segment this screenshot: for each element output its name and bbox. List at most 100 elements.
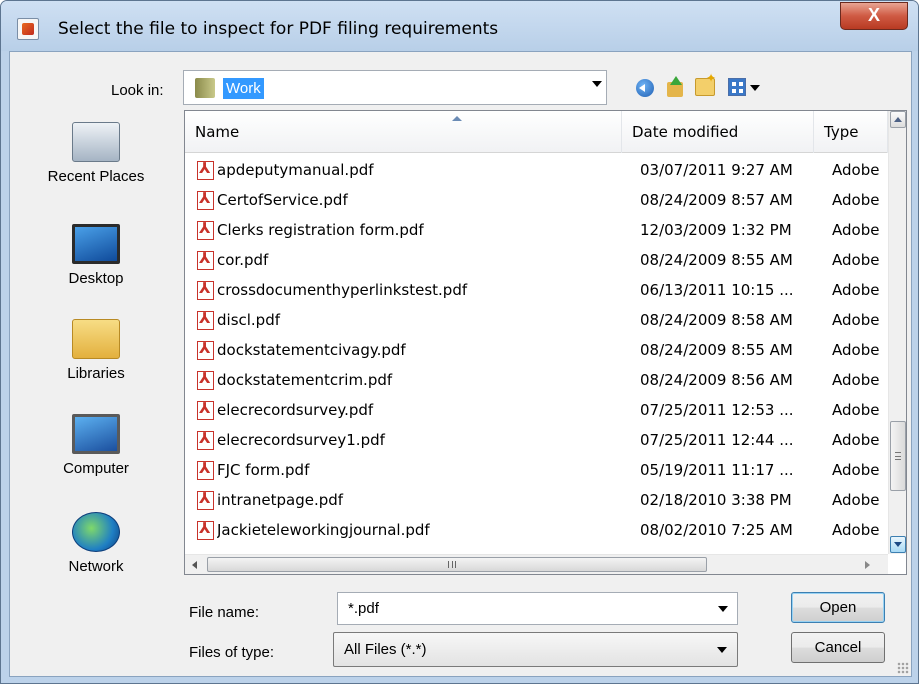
file-name-cell: cor.pdf xyxy=(217,251,269,269)
place-label: Network xyxy=(68,558,124,575)
table-row[interactable]: cor.pdf 08/24/2009 8:55 AM Adobe xyxy=(185,245,888,275)
file-name-label: File name: xyxy=(189,604,260,621)
new-folder-icon[interactable] xyxy=(695,71,716,96)
date-modified-cell: 08/24/2009 8:55 AM xyxy=(640,341,793,359)
file-name-field[interactable]: *.pdf xyxy=(337,592,738,625)
date-modified-cell: 07/25/2011 12:53 ... xyxy=(640,401,794,419)
scroll-up-icon[interactable] xyxy=(890,111,906,128)
table-row[interactable]: elecrecordsurvey.pdf 07/25/2011 12:53 ...… xyxy=(185,395,888,425)
file-name-cell: dockstatementcivagy.pdf xyxy=(217,341,406,359)
grip-icon xyxy=(448,561,456,568)
close-icon: X xyxy=(867,5,880,25)
type-cell: Adobe xyxy=(832,521,880,539)
date-modified-cell: 08/24/2009 8:57 AM xyxy=(640,191,793,209)
view-menu-chevron-icon[interactable] xyxy=(750,85,760,91)
pdf-file-icon xyxy=(197,249,214,270)
vertical-scrollbar[interactable] xyxy=(888,111,906,554)
files-of-type-dropdown[interactable]: All Files (*.*) xyxy=(333,632,738,667)
place-libraries[interactable]: Libraries xyxy=(26,309,166,399)
type-cell: Adobe xyxy=(832,491,880,509)
table-row[interactable]: FJC form.pdf 05/19/2011 11:17 ... Adobe xyxy=(185,455,888,485)
window-title: Select the file to inspect for PDF filin… xyxy=(58,19,499,39)
table-row[interactable]: crossdocumenthyperlinkstest.pdf 06/13/201… xyxy=(185,275,888,305)
date-modified-cell: 08/02/2010 7:25 AM xyxy=(640,521,793,539)
vertical-scroll-thumb[interactable] xyxy=(890,421,906,491)
look-in-label: Look in: xyxy=(111,82,164,99)
type-cell: Adobe xyxy=(832,461,880,479)
table-row[interactable]: CertofService.pdf 08/24/2009 8:57 AM Adobe xyxy=(185,185,888,215)
type-cell: Adobe xyxy=(832,341,880,359)
file-rows: apdeputymanual.pdf 03/07/2011 9:27 AM Adob… xyxy=(185,155,888,545)
file-name-cell: elecrecordsurvey.pdf xyxy=(217,401,374,419)
type-cell: Adobe xyxy=(832,161,880,179)
scroll-down-icon[interactable] xyxy=(890,536,906,553)
pdf-file-icon xyxy=(197,309,214,330)
files-of-type-label: Files of type: xyxy=(189,644,275,661)
column-header-name[interactable]: Name xyxy=(185,111,622,153)
chevron-down-icon[interactable] xyxy=(717,647,727,653)
place-label: Recent Places xyxy=(47,168,145,185)
table-row[interactable]: dockstatementcivagy.pdf 08/24/2009 8:55 A… xyxy=(185,335,888,365)
table-row[interactable]: apdeputymanual.pdf 03/07/2011 9:27 AM Adob… xyxy=(185,155,888,185)
dialog-body: Look in: Work Recent Places Desktop Libr… xyxy=(9,51,912,677)
date-modified-cell: 07/25/2011 12:44 ... xyxy=(640,431,794,449)
file-name-cell: apdeputymanual.pdf xyxy=(217,161,374,179)
horizontal-scrollbar[interactable] xyxy=(185,554,888,574)
place-label: Computer xyxy=(63,460,129,477)
look-in-dropdown[interactable]: Work xyxy=(183,70,607,105)
date-modified-cell: 08/24/2009 8:56 AM xyxy=(640,371,793,389)
column-header-date[interactable]: Date modified xyxy=(622,111,814,153)
recent-places-icon xyxy=(72,122,120,162)
open-button[interactable]: Open xyxy=(791,592,885,623)
folder-icon xyxy=(195,78,215,98)
pdf-file-icon xyxy=(197,369,214,390)
cancel-button[interactable]: Cancel xyxy=(791,632,885,663)
view-menu-icon[interactable] xyxy=(728,78,746,96)
file-name-cell: CertofService.pdf xyxy=(217,191,348,209)
back-icon[interactable] xyxy=(636,79,654,97)
file-name-value[interactable]: *.pdf xyxy=(348,600,379,617)
column-header-type[interactable]: Type xyxy=(814,111,888,153)
chevron-down-icon[interactable] xyxy=(592,81,602,87)
scroll-right-icon[interactable] xyxy=(865,561,870,569)
file-name-cell: Clerks registration form.pdf xyxy=(217,221,424,239)
horizontal-scroll-thumb[interactable] xyxy=(207,557,707,572)
place-label: Libraries xyxy=(67,365,125,382)
close-button[interactable]: X xyxy=(840,2,908,30)
file-dialog-window: Select the file to inspect for PDF filin… xyxy=(0,0,919,684)
type-cell: Adobe xyxy=(832,221,880,239)
date-modified-cell: 05/19/2011 11:17 ... xyxy=(640,461,794,479)
type-cell: Adobe xyxy=(832,371,880,389)
date-modified-cell: 02/18/2010 3:38 PM xyxy=(640,491,792,509)
file-name-cell: Jackieteleworkingjournal.pdf xyxy=(217,521,430,539)
resize-grip-icon[interactable] xyxy=(897,662,909,674)
type-cell: Adobe xyxy=(832,401,880,419)
libraries-icon xyxy=(72,319,120,359)
table-row[interactable]: Clerks registration form.pdf 12/03/2009 1… xyxy=(185,215,888,245)
table-row[interactable]: discl.pdf 08/24/2009 8:58 AM Adobe xyxy=(185,305,888,335)
sort-ascending-icon xyxy=(452,116,462,121)
pdf-file-icon xyxy=(197,279,214,300)
table-row[interactable]: dockstatementcrim.pdf 08/24/2009 8:56 AM A… xyxy=(185,365,888,395)
chevron-down-icon[interactable] xyxy=(718,606,728,612)
places-bar: Recent Places Desktop Libraries Computer… xyxy=(26,112,166,642)
place-network[interactable]: Network xyxy=(26,502,166,592)
java-app-icon xyxy=(17,18,39,40)
place-label: Desktop xyxy=(68,270,124,287)
table-row[interactable]: Jackieteleworkingjournal.pdf 08/02/2010 7… xyxy=(185,515,888,545)
pdf-file-icon xyxy=(197,159,214,180)
pdf-file-icon xyxy=(197,339,214,360)
pdf-file-icon xyxy=(197,189,214,210)
network-icon xyxy=(72,512,120,552)
type-cell: Adobe xyxy=(832,281,880,299)
grip-icon xyxy=(895,452,901,460)
table-row[interactable]: intranetpage.pdf 02/18/2010 3:38 PM Adobe xyxy=(185,485,888,515)
scroll-left-icon[interactable] xyxy=(192,561,197,569)
type-cell: Adobe xyxy=(832,191,880,209)
place-computer[interactable]: Computer xyxy=(26,404,166,494)
table-row[interactable]: elecrecordsurvey1.pdf 07/25/2011 12:44 ..… xyxy=(185,425,888,455)
up-folder-icon[interactable] xyxy=(664,76,686,98)
title-bar[interactable]: Select the file to inspect for PDF filin… xyxy=(1,1,918,51)
place-recent-places[interactable]: Recent Places xyxy=(26,112,166,202)
place-desktop[interactable]: Desktop xyxy=(26,214,166,304)
